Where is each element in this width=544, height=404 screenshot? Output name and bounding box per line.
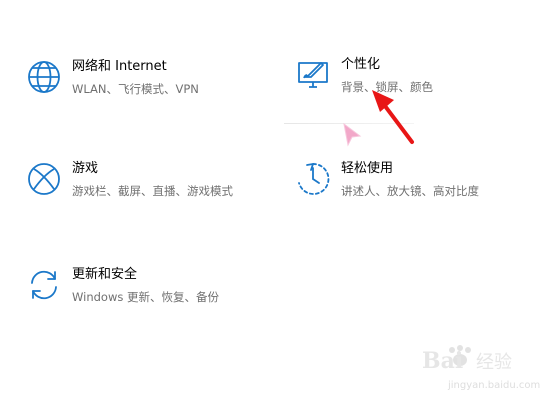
tile-title: 游戏: [72, 161, 99, 176]
tile-title: 更新和安全: [72, 267, 138, 282]
tile-gaming[interactable]: 游戏 游戏栏、截屏、直播、游戏模式: [24, 160, 264, 212]
tile-ease-of-access[interactable]: 轻松使用 讲述人、放大镜、高对比度: [293, 160, 533, 212]
baidu-paw-logo-icon: Bai 经验: [422, 345, 512, 374]
svg-text:经验: 经验: [476, 352, 512, 373]
svg-text:Bai: Bai: [422, 348, 463, 374]
sync-icon: [31, 270, 57, 300]
tile-desc: 讲述人、放大镜、高对比度: [341, 184, 479, 198]
tile-title: 网络和 Internet: [72, 59, 167, 74]
watermark-url: jingyan.baidu.com: [448, 380, 541, 391]
tile-network-internet[interactable]: 网络和 Internet WLAN、飞行模式、VPN: [24, 58, 264, 110]
tile-desc: WLAN、飞行模式、VPN: [72, 82, 199, 96]
baidu-jingyan-watermark: Bai 经验 jingyan.baidu.com: [418, 340, 540, 396]
tile-desc: 游戏栏、截屏、直播、游戏模式: [72, 184, 233, 198]
tile-title: 轻松使用: [341, 161, 394, 176]
tile-desc: Windows 更新、恢复、备份: [72, 290, 219, 304]
annotation-arrow-icon: [372, 90, 414, 144]
globe-icon: [28, 61, 60, 93]
tile-update-security[interactable]: 更新和安全 Windows 更新、恢复、备份: [24, 266, 264, 318]
personalization-icon: [298, 62, 328, 88]
xbox-icon: [28, 163, 60, 195]
tile-title: 个性化: [341, 57, 381, 72]
ease-of-access-icon: [298, 162, 330, 195]
mouse-cursor-icon: [343, 122, 362, 147]
